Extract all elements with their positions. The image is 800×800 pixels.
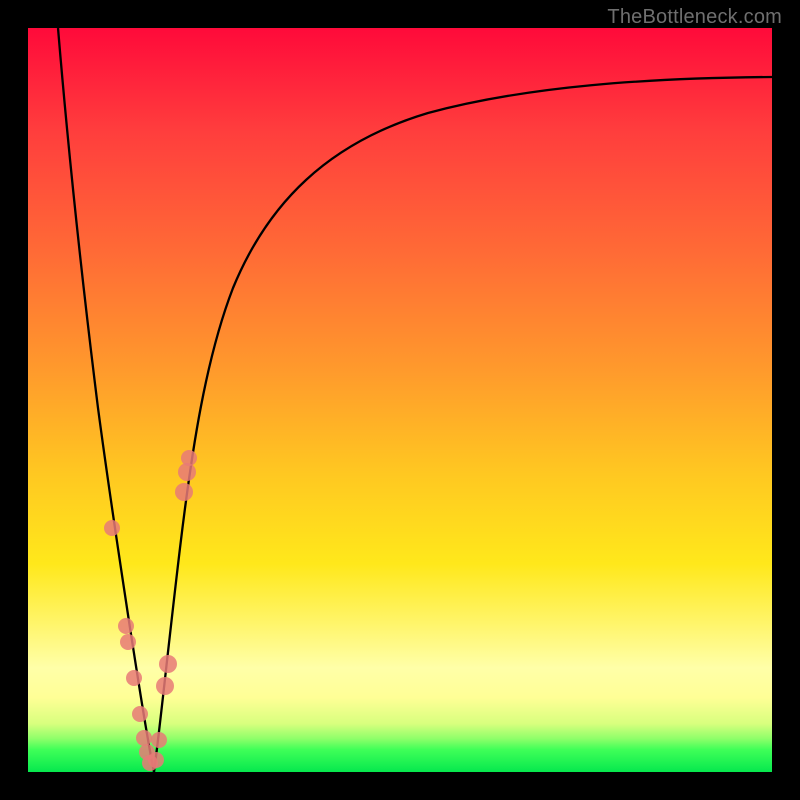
data-point <box>151 732 167 748</box>
data-point <box>118 618 134 634</box>
chart-frame: TheBottleneck.com <box>0 0 800 800</box>
curve-left-branch <box>58 28 154 772</box>
data-point <box>159 655 177 673</box>
data-point <box>181 450 197 466</box>
plot-area <box>28 28 772 772</box>
data-point <box>104 520 120 536</box>
chart-svg <box>28 28 772 772</box>
data-point <box>148 752 164 768</box>
data-point <box>156 677 174 695</box>
data-point <box>136 730 152 746</box>
curve-right-branch <box>154 77 772 772</box>
data-point <box>126 670 142 686</box>
watermark-text: TheBottleneck.com <box>607 6 782 29</box>
data-point <box>175 483 193 501</box>
data-point <box>120 634 136 650</box>
data-point <box>132 706 148 722</box>
